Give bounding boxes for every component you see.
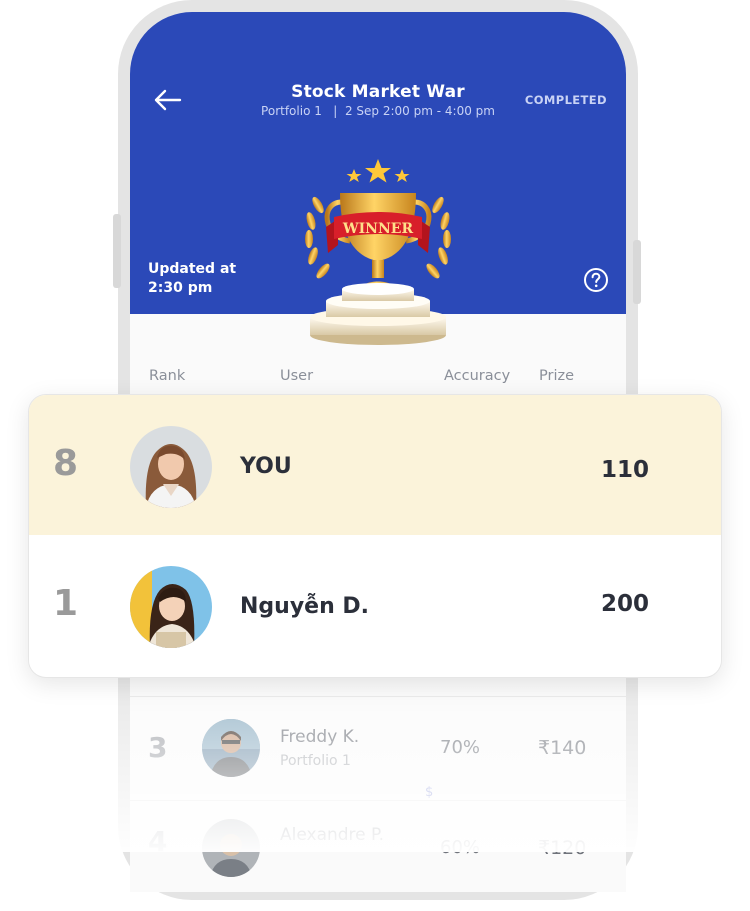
table-row-you[interactable]: 8 YOU 110 [29, 395, 721, 535]
column-header-user: User [280, 368, 314, 384]
user-name: Nguyễn D. [240, 594, 370, 619]
phone-power-button [633, 240, 641, 304]
rank-number: 3 [148, 731, 168, 764]
trophy-banner-text: WINNER [342, 221, 414, 237]
accuracy-value: 60% [440, 837, 481, 858]
column-header-prize: Prize [539, 368, 575, 384]
avatar [202, 819, 260, 877]
column-header-accuracy: Accuracy [444, 368, 511, 384]
trophy-icon: WINNER [305, 159, 451, 345]
table-row[interactable]: 4 Alexandre P. 60% ₹120 [130, 800, 626, 911]
accuracy-value: 70% [440, 737, 481, 758]
avatar [130, 566, 212, 648]
user-portfolio: Portfolio 1 [280, 753, 351, 769]
rank-number: 4 [148, 825, 168, 858]
coin-marker: $ [425, 785, 434, 800]
user-name: YOU [240, 454, 292, 479]
table-row-first[interactable]: 1 Nguyễn D. 200 [29, 535, 721, 675]
prize-value: 200 [600, 591, 649, 617]
rank-number: 8 [53, 443, 79, 484]
avatar [202, 719, 260, 777]
status-badge: COMPLETED [524, 93, 607, 107]
updated-time: Updated at 2:30 pm [148, 261, 237, 296]
avatar [130, 426, 212, 508]
question-circle-icon[interactable] [583, 267, 609, 293]
rank-number: 1 [53, 583, 79, 624]
table-row[interactable]: 3 Freddy K. Portfolio 1 70% ₹140 $ [130, 696, 626, 807]
prize-value: ₹120 [538, 837, 587, 859]
column-header-rank: Rank [149, 368, 186, 384]
prize-value: ₹140 [538, 737, 587, 759]
user-name: Freddy K. [280, 727, 360, 747]
highlight-card: 8 YOU 110 1 Nguyễn D. 200 [28, 394, 722, 678]
phone-volume-button [113, 214, 121, 288]
prize-value: 110 [600, 457, 649, 483]
user-name: Alexandre P. [280, 825, 385, 845]
